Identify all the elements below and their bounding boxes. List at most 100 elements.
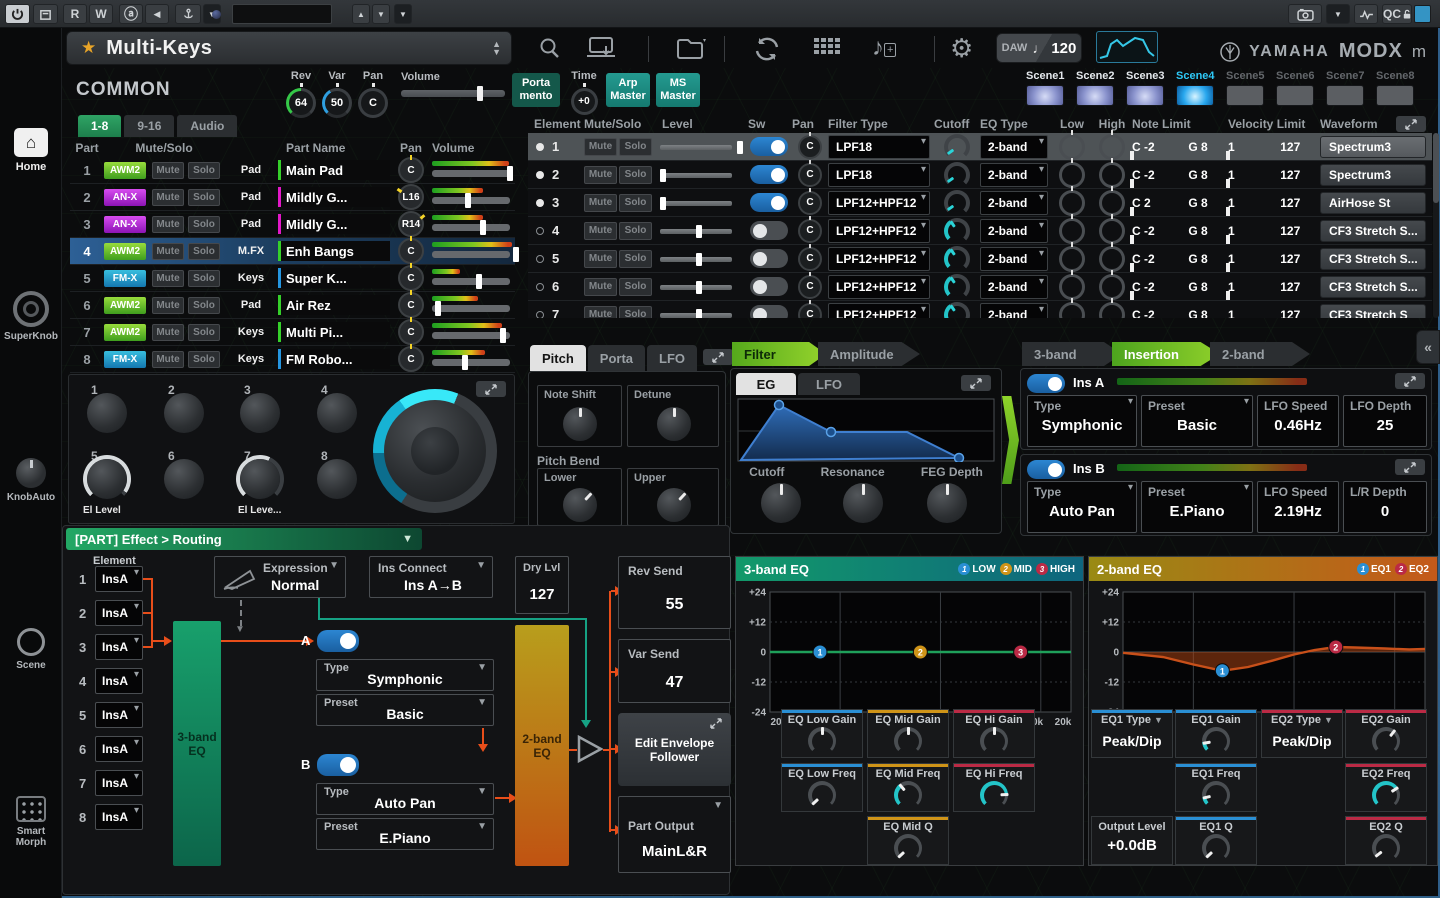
eq-mid-q-knob[interactable] — [894, 834, 922, 862]
element-scrollbar[interactable] — [1433, 133, 1439, 318]
part-pan-knob[interactable]: L16 — [398, 184, 424, 210]
element-switch[interactable] — [750, 277, 788, 296]
filter-type-dropdown[interactable]: LPF18 — [828, 135, 930, 159]
pitch-bend-lower-knob[interactable] — [563, 488, 597, 522]
color-swatch[interactable] — [1414, 5, 1431, 23]
knob-panel-expand[interactable] — [476, 381, 506, 397]
velocity-limit[interactable]: 1127 — [1228, 169, 1320, 181]
note-limit[interactable]: C 2G 8 — [1132, 197, 1228, 209]
eq1-gain-box[interactable]: EQ1 Gain — [1175, 709, 1257, 758]
tab-2band[interactable]: 2-band — [1210, 342, 1310, 366]
eq-mid-gain-box[interactable]: EQ Mid Gain — [867, 709, 949, 758]
sync-button[interactable] — [752, 36, 782, 67]
velocity-limit[interactable]: 1127 — [1228, 225, 1320, 237]
element-level-handle[interactable] — [696, 281, 702, 294]
assign-knob-6[interactable] — [164, 459, 204, 499]
filter-type-dropdown[interactable]: LPF12+HPF12 — [828, 219, 930, 243]
part-volume[interactable] — [432, 214, 515, 234]
element-level-handle[interactable] — [660, 169, 666, 182]
solo-button[interactable]: Solo — [188, 351, 220, 368]
library-grid-button[interactable] — [814, 38, 842, 64]
sidebar-item-smart-morph[interactable]: Smart Morph — [0, 796, 62, 848]
element-pan-knob[interactable]: C — [798, 303, 822, 319]
eq-mid-freq-box[interactable]: EQ Mid Freq — [867, 763, 949, 812]
filter-cutoff-knob[interactable] — [761, 483, 801, 523]
sidebar-item-home[interactable]: ⌂ Home — [0, 128, 62, 173]
song-button[interactable]: ♪+ — [872, 34, 896, 62]
solo-button[interactable]: Solo — [188, 216, 220, 233]
filter-type-dropdown[interactable]: LPF12+HPF12 — [828, 247, 930, 271]
waveform-button[interactable]: CF3 Stretch S... — [1320, 220, 1426, 242]
filter-type-dropdown[interactable]: LPF12+HPF12 — [828, 275, 930, 299]
preset-prev-button[interactable]: ▲ — [352, 4, 370, 24]
edit-envelope-follower-button[interactable]: Edit Envelope Follower — [618, 713, 731, 786]
eq-high-knob[interactable] — [1099, 274, 1125, 300]
part-pan-knob[interactable]: C — [398, 157, 424, 183]
eq-low-knob[interactable] — [1059, 134, 1085, 160]
velocity-limit[interactable]: 1127 — [1228, 197, 1320, 209]
eq-high-knob[interactable] — [1099, 218, 1125, 244]
part-row[interactable]: 5 FM-X Mute Solo Keys Super K... C — [70, 265, 515, 292]
ins-a-type-dropdown[interactable]: Type Symphonic — [1027, 395, 1137, 447]
eq-type-dropdown[interactable]: 2-band — [980, 135, 1048, 159]
filter-type-dropdown[interactable]: LPF12+HPF12 — [828, 191, 930, 215]
routing-element-insert-dropdown[interactable]: InsA — [95, 634, 143, 660]
routing-3band-eq-block[interactable]: 3-band EQ — [173, 621, 221, 866]
scene-button[interactable] — [1226, 85, 1264, 106]
element-cutoff-knob[interactable] — [944, 218, 970, 244]
eq-hi-gain-box[interactable]: EQ Hi Gain — [953, 709, 1035, 758]
element-row[interactable]: 1 Mute Solo C LPF18 — [528, 133, 1432, 161]
element-solo-button[interactable]: Solo — [619, 306, 652, 319]
detune-knob[interactable] — [657, 407, 691, 441]
scene-button[interactable] — [1326, 85, 1364, 106]
ins-b-type-dropdown[interactable]: Type Auto Pan — [1027, 481, 1137, 533]
scene-button[interactable] — [1376, 85, 1414, 106]
part-volume[interactable] — [432, 187, 515, 207]
part-volume[interactable] — [432, 241, 515, 261]
sidebar-item-superknob[interactable]: SuperKnob — [0, 291, 62, 342]
element-row[interactable]: 3 Mute Solo C LPF12+HPF12 — [528, 189, 1432, 217]
waveform-button[interactable]: AirHose St — [1320, 192, 1426, 214]
eq-low-gain-box[interactable]: EQ Low Gain — [781, 709, 863, 758]
solo-button[interactable]: Solo — [188, 270, 220, 287]
eq-mid-gain-knob[interactable] — [894, 727, 922, 755]
part-volume[interactable] — [432, 160, 515, 180]
mute-button[interactable]: Mute — [152, 162, 184, 179]
smart-morph-map-button[interactable] — [1096, 31, 1158, 63]
element-level-slider[interactable] — [656, 250, 748, 268]
note-limit[interactable]: C -2G 8 — [1132, 253, 1228, 265]
common-volume-slider[interactable] — [401, 90, 505, 97]
note-limit[interactable]: C -2G 8 — [1132, 281, 1228, 293]
eq-high-knob[interactable] — [1099, 302, 1125, 319]
eq-hi-freq-box[interactable]: EQ Hi Freq — [953, 763, 1035, 812]
snapshot-dropdown[interactable]: ▼ — [1326, 4, 1350, 24]
part-name-cell[interactable]: Mildly G... — [278, 187, 390, 207]
part-volume-handle[interactable] — [500, 328, 506, 343]
ins-b-lr-depth[interactable]: L/R Depth 0 — [1343, 481, 1427, 533]
part-volume[interactable] — [432, 295, 515, 315]
element-cutoff-knob[interactable] — [944, 246, 970, 272]
back-arrow-button[interactable]: ◀ — [145, 4, 169, 24]
routing-b-type-dropdown[interactable]: Type ▼ Auto Pan — [316, 783, 494, 815]
eq-high-knob[interactable] — [1099, 162, 1125, 188]
detune-box[interactable]: Detune — [627, 385, 719, 447]
element-pan-knob[interactable]: C — [798, 219, 822, 243]
3band-eq-graph[interactable]: 123+24+120-12-24201001k10k20k — [742, 584, 1079, 728]
scene-button[interactable] — [1126, 85, 1164, 106]
part-volume[interactable] — [432, 322, 515, 342]
part-row[interactable]: 8 FM-X Mute Solo Keys FM Robo... C — [70, 346, 515, 373]
rev-send-knob[interactable]: Rev 64 — [281, 70, 321, 118]
performance-spinner[interactable]: ▲▼ — [492, 40, 501, 56]
ins-b-expand[interactable] — [1395, 459, 1425, 475]
element-cutoff-knob[interactable] — [944, 162, 970, 188]
record-enable-button[interactable] — [33, 4, 58, 24]
routing-2band-eq-block[interactable]: 2-band EQ — [515, 625, 569, 866]
assign-knob-2[interactable] — [164, 393, 204, 433]
rev-send-box[interactable]: Rev Send 55 — [618, 556, 731, 629]
element-level-slider[interactable] — [656, 306, 748, 319]
solo-button[interactable]: Solo — [188, 243, 220, 260]
part-row[interactable]: 7 AWM2 Mute Solo Keys Multi Pi... C — [70, 319, 515, 346]
element-solo-button[interactable]: Solo — [619, 278, 652, 296]
tab-porta[interactable]: Porta — [588, 345, 645, 371]
element-mute-button[interactable]: Mute — [584, 138, 617, 156]
